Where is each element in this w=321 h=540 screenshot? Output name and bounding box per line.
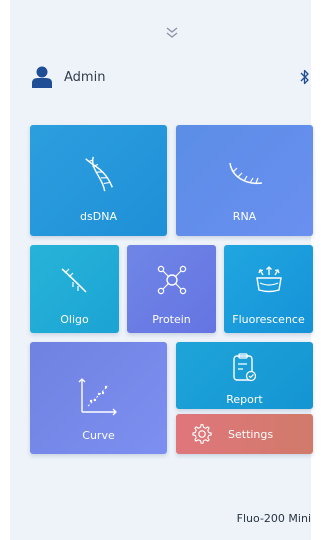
dna-helix-icon [85, 156, 113, 192]
settings-label: Settings [228, 428, 274, 441]
home-screen: Admin dsDNA RNA Oligo Protein Fluorescen… [10, 0, 313, 540]
chevron-double-down-icon[interactable] [164, 26, 180, 40]
fluorescence-dish-icon [256, 266, 282, 293]
curve-tile[interactable]: Curve [30, 342, 167, 454]
settings-tile[interactable]: Settings [176, 414, 313, 454]
gear-icon [192, 424, 212, 444]
dsdna-tile[interactable]: dsDNA [30, 125, 167, 236]
oligo-tile[interactable]: Oligo [30, 245, 119, 333]
molecule-icon [157, 265, 187, 295]
rna-tile[interactable]: RNA [176, 125, 313, 236]
fluorescence-label: Fluorescence [232, 313, 305, 326]
dsdna-label: dsDNA [80, 210, 117, 223]
user-icon [32, 66, 52, 88]
device-model: Fluo-200 Mini [236, 512, 311, 525]
report-tile[interactable]: Report [176, 342, 313, 409]
protein-label: Protein [152, 313, 191, 326]
user-name: Admin [64, 69, 106, 85]
fluorescence-tile[interactable]: Fluorescence [224, 245, 313, 333]
user-account[interactable]: Admin [32, 66, 105, 88]
rna-label: RNA [232, 210, 257, 223]
clipboard-report-icon [233, 353, 257, 382]
bluetooth-icon [300, 69, 309, 85]
rna-strand-icon [229, 162, 263, 185]
oligo-strand-icon [61, 268, 87, 293]
report-label: Report [226, 393, 263, 406]
curve-label: Curve [82, 429, 115, 442]
scatter-curve-icon [78, 378, 117, 416]
oligo-label: Oligo [60, 313, 89, 326]
protein-tile[interactable]: Protein [127, 245, 216, 333]
